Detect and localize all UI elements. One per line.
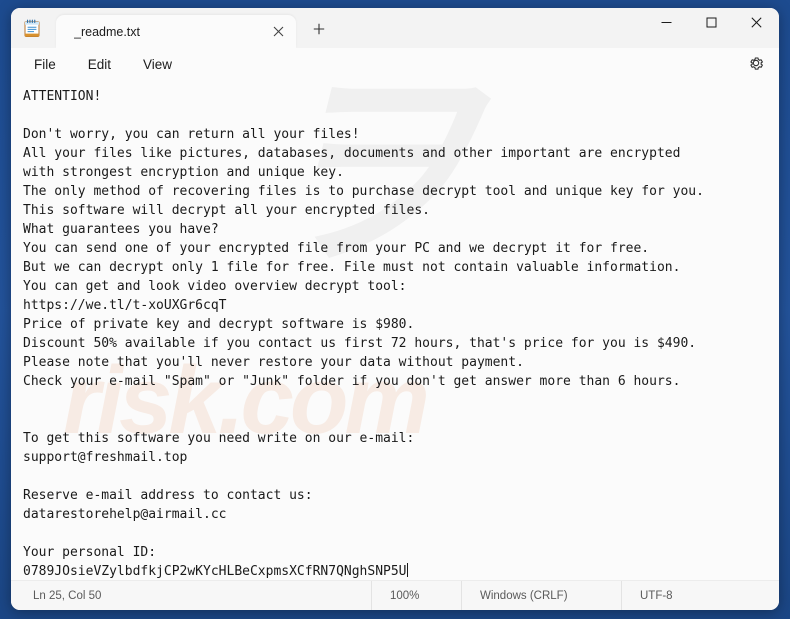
minimize-icon — [661, 15, 672, 33]
close-icon — [751, 15, 762, 33]
close-icon[interactable] — [266, 20, 290, 44]
status-zoom-level[interactable]: 100% — [371, 581, 461, 610]
menu-edit[interactable]: Edit — [77, 52, 122, 77]
menu-file[interactable]: File — [23, 52, 67, 77]
document-text[interactable]: ATTENTION! Don't worry, you can return a… — [23, 87, 779, 580]
settings-button[interactable] — [743, 52, 769, 78]
plus-icon — [313, 22, 325, 40]
status-encoding[interactable]: UTF-8 — [621, 581, 741, 610]
tab-label: _readme.txt — [74, 24, 141, 39]
close-button[interactable] — [734, 8, 779, 40]
text-caret — [406, 563, 408, 577]
text-editor-area[interactable]: ヲ risk.com ATTENTION! Don't worry, you c… — [11, 81, 779, 580]
status-cursor-position: Ln 25, Col 50 — [33, 589, 102, 602]
tab-readme[interactable]: _readme.txt — [56, 15, 296, 48]
title-bar: _readme.txt — [11, 8, 779, 48]
new-tab-button[interactable] — [302, 16, 336, 46]
window-controls — [644, 8, 779, 40]
gear-icon — [748, 55, 764, 76]
menu-view[interactable]: View — [132, 52, 183, 77]
maximize-button[interactable] — [689, 8, 734, 40]
tab-strip: _readme.txt — [56, 8, 336, 48]
menu-bar: File Edit View — [11, 48, 779, 81]
maximize-icon — [706, 15, 717, 33]
notepad-icon — [23, 19, 41, 38]
minimize-button[interactable] — [644, 8, 689, 40]
status-bar: Ln 25, Col 50 100% Windows (CRLF) UTF-8 — [11, 580, 779, 610]
notepad-window: _readme.txt File Edit View risk.com ATTE… — [11, 8, 779, 610]
status-line-ending[interactable]: Windows (CRLF) — [461, 581, 621, 610]
